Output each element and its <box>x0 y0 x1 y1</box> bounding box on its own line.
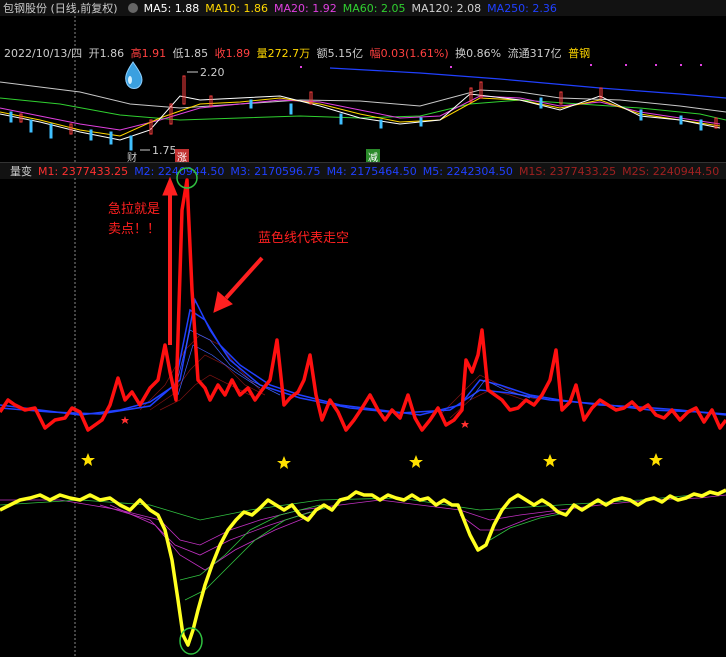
indicator-m2s: M2S: 2240944.50 <box>622 164 720 178</box>
sell-annotation: 急拉就是卖点！！ <box>108 202 161 237</box>
top-markers <box>300 64 702 68</box>
indicator-header: 量变 M1: 2377433.25 M2: 2240944.50 M3: 217… <box>0 162 726 179</box>
star-markers <box>81 453 663 469</box>
price-chart[interactable]: 2.20 1.75 <box>0 0 726 162</box>
indicator-m1: M1: 2377433.25 <box>38 164 129 178</box>
indicator-m2: M2: 2240944.50 <box>134 164 225 178</box>
blue-arrow <box>213 256 264 313</box>
indicator-name[interactable]: 量变 <box>10 163 32 179</box>
blue-annotation: 蓝色线代表走空 <box>258 231 350 246</box>
high-price-label: 2.20 <box>200 66 225 79</box>
indicator-m1s: M1S: 2377433.25 <box>518 164 617 178</box>
water-drop-icon <box>125 61 143 89</box>
indicator-m3: M3: 2170596.75 <box>230 164 321 178</box>
indicator-m4: M4: 2175464.50 <box>326 164 417 178</box>
indicator-m5: M5: 2242304.50 <box>422 164 513 178</box>
low-price-label: 1.75 <box>152 144 177 157</box>
